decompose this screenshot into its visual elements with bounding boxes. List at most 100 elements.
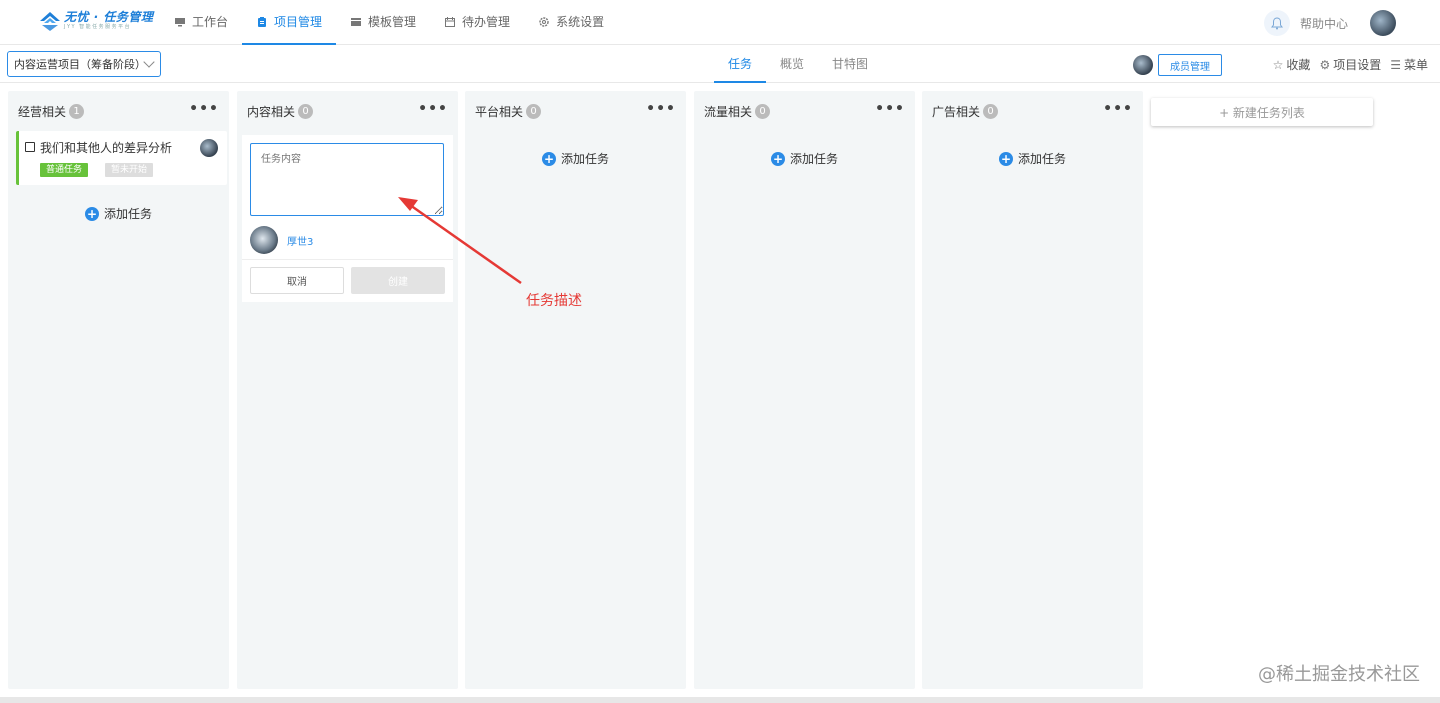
nav-item-todos[interactable]: 待办管理: [430, 0, 524, 45]
more-icon[interactable]: •••: [418, 102, 448, 116]
nav-item-workbench[interactable]: 工作台: [160, 0, 242, 45]
project-settings-label: 项目设置: [1333, 58, 1382, 72]
column-title: 广告相关: [932, 105, 981, 119]
add-task-button[interactable]: + 添加任务: [465, 150, 686, 167]
logo-icon: [38, 10, 62, 32]
new-task-card: 厚世3 取消 创建: [242, 135, 453, 302]
nav-label: 工作台: [192, 15, 229, 29]
monitor-icon: [174, 16, 186, 28]
top-navbar: 无忧 · 任务管理 JYY 智能任务服务平台 工作台 项目管理 模板管理 待办管…: [0, 0, 1440, 45]
annotation-label: 任务描述: [526, 293, 582, 309]
column-title: 平台相关: [475, 105, 524, 119]
help-center-link[interactable]: 帮助中心: [1300, 15, 1348, 32]
add-task-label: 添加任务: [1017, 152, 1066, 166]
new-task-list-button[interactable]: + 新建任务列表: [1151, 98, 1373, 126]
member-management-button[interactable]: 成员管理: [1158, 54, 1222, 76]
nav-label: 系统设置: [556, 15, 605, 29]
project-select[interactable]: 内容运营项目（筹备阶段）: [7, 51, 161, 77]
nav-item-settings[interactable]: 系统设置: [524, 0, 618, 45]
watermark: @稀土掘金技术社区: [1258, 664, 1420, 685]
task-card[interactable]: 我们和其他人的差异分析 普通任务 暂未开始: [16, 131, 227, 185]
app-logo[interactable]: 无忧 · 任务管理 JYY 智能任务服务平台: [38, 10, 153, 36]
column-title: 流量相关: [704, 105, 753, 119]
clipboard-icon: [256, 16, 268, 28]
more-icon[interactable]: •••: [1103, 102, 1133, 116]
bottom-scrollbar[interactable]: [0, 697, 1440, 703]
task-column: 流量相关 0 ••• + 添加任务: [694, 91, 915, 689]
cancel-button[interactable]: 取消: [250, 267, 344, 294]
column-count-badge: 0: [983, 104, 999, 119]
plus-circle-icon: +: [998, 151, 1013, 166]
nav-label: 模板管理: [368, 15, 417, 29]
task-status-tag: 暂未开始: [105, 163, 154, 177]
column-header: 流量相关 0: [704, 103, 771, 120]
assignee-avatar: [250, 226, 278, 254]
view-tabs: 任务 概览 甘特图: [714, 45, 882, 83]
nav-label: 项目管理: [274, 15, 323, 29]
nav-label: 待办管理: [462, 15, 511, 29]
task-checkbox[interactable]: [25, 142, 35, 152]
favorite-label: 收藏: [1286, 58, 1311, 72]
calendar-icon: [444, 16, 456, 28]
member-avatar[interactable]: [1133, 55, 1153, 75]
divider: [242, 259, 453, 260]
add-task-button[interactable]: + 添加任务: [8, 205, 229, 222]
column-title: 内容相关: [247, 105, 296, 119]
project-actions: ☆ 收藏 ⚙ 项目设置 ☰ 菜单: [1273, 56, 1428, 73]
template-icon: [350, 16, 362, 28]
task-content-input[interactable]: [250, 143, 444, 216]
task-column: 内容相关 0 ••• 厚世3 取消 创建: [237, 91, 458, 689]
column-header: 广告相关 0: [932, 103, 999, 120]
main-nav: 工作台 项目管理 模板管理 待办管理 系统设置: [160, 0, 618, 45]
add-task-label: 添加任务: [560, 152, 609, 166]
assignee[interactable]: 厚世3: [250, 226, 313, 254]
column-title: 经营相关: [18, 105, 67, 119]
tab-gantt[interactable]: 甘特图: [818, 45, 882, 83]
column-count-badge: 0: [526, 104, 542, 119]
task-column: 广告相关 0 ••• + 添加任务: [922, 91, 1143, 689]
gear-icon: [538, 16, 550, 28]
create-button[interactable]: 创建: [351, 267, 445, 294]
column-count-badge: 1: [69, 104, 85, 119]
gear-icon: ⚙: [1319, 57, 1331, 72]
plus-circle-icon: +: [84, 206, 99, 221]
column-count-badge: 0: [298, 104, 314, 119]
logo-text: 无忧 · 任务管理: [64, 10, 154, 24]
add-task-button[interactable]: + 添加任务: [922, 150, 1143, 167]
tab-tasks[interactable]: 任务: [714, 45, 767, 83]
task-column: 平台相关 0 ••• + 添加任务: [465, 91, 686, 689]
tab-overview[interactable]: 概览: [766, 45, 818, 83]
nav-item-templates[interactable]: 模板管理: [336, 0, 430, 45]
column-count-badge: 0: [755, 104, 771, 119]
favorite-link[interactable]: ☆ 收藏: [1273, 56, 1311, 73]
project-toolbar: 内容运营项目（筹备阶段） 任务 概览 甘特图 成员管理 ☆ 收藏 ⚙ 项目设置 …: [0, 45, 1440, 83]
task-column: 经营相关 1 ••• 我们和其他人的差异分析 普通任务 暂未开始 + 添加任务: [8, 91, 229, 689]
task-type-tag: 普通任务: [40, 163, 89, 177]
nav-item-projects[interactable]: 项目管理: [242, 0, 337, 45]
menu-link[interactable]: ☰ 菜单: [1390, 56, 1428, 73]
menu-icon: ☰: [1390, 57, 1401, 72]
logo-subtext: JYY 智能任务服务平台: [64, 24, 132, 30]
kanban-board: 经营相关 1 ••• 我们和其他人的差异分析 普通任务 暂未开始 + 添加任务 …: [0, 83, 1440, 697]
task-assignee-avatar: [200, 139, 218, 157]
bell-icon[interactable]: [1263, 10, 1290, 36]
add-task-label: 添加任务: [789, 152, 838, 166]
column-header: 经营相关 1: [18, 103, 85, 120]
more-icon[interactable]: •••: [189, 102, 219, 116]
project-select-value: 内容运营项目（筹备阶段）: [14, 58, 146, 71]
user-avatar[interactable]: [1370, 10, 1396, 36]
assignee-name: 厚世3: [287, 236, 314, 248]
add-task-label: 添加任务: [103, 207, 152, 221]
plus-circle-icon: +: [770, 151, 785, 166]
add-task-button[interactable]: + 添加任务: [694, 150, 915, 167]
task-title: 我们和其他人的差异分析: [40, 141, 173, 155]
more-icon[interactable]: •••: [875, 102, 905, 116]
column-header: 内容相关 0: [247, 103, 314, 120]
menu-label: 菜单: [1403, 58, 1428, 72]
more-icon[interactable]: •••: [646, 102, 676, 116]
plus-circle-icon: +: [541, 151, 556, 166]
nav-right: 帮助中心: [1263, 8, 1396, 38]
project-settings-link[interactable]: ⚙ 项目设置: [1319, 56, 1381, 73]
column-header: 平台相关 0: [475, 103, 542, 120]
member-area: 成员管理: [1133, 53, 1222, 77]
